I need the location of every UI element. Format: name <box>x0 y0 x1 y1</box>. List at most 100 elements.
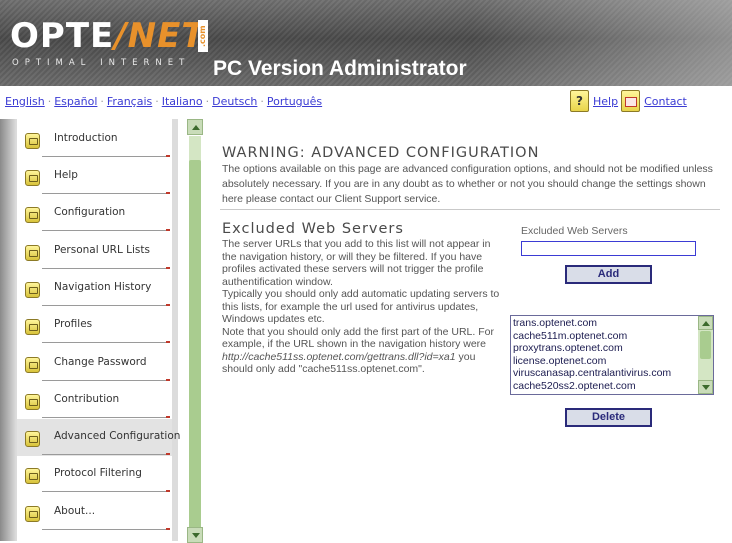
folder-icon <box>25 394 40 410</box>
help-contact-links: ? Help Contact <box>570 88 690 114</box>
list-scroll-down-button[interactable] <box>698 380 713 394</box>
sidebar-item-10[interactable]: About... <box>17 494 172 531</box>
sidebar-item-label: Introduction <box>54 132 118 144</box>
arrow-up-icon <box>192 125 200 130</box>
server-field-label: Excluded Web Servers <box>521 225 628 237</box>
server-list-item[interactable]: trans.optenet.com <box>513 317 697 330</box>
list-scrollbar[interactable] <box>698 316 713 394</box>
warning-text: The options available on this page are a… <box>222 163 713 205</box>
sidebar-item-label: Profiles <box>54 318 93 330</box>
example-url: http://cache511ss.optenet.com/gettrans.d… <box>222 350 456 363</box>
language-separator: · <box>155 95 159 108</box>
description-paragraph-1: The server URLs that you add to this lis… <box>222 238 491 288</box>
sidebar-item-divider <box>42 490 170 492</box>
logo-opte: OPTE <box>10 16 115 56</box>
app-title: PC Version Administrator <box>213 57 467 80</box>
server-list-item[interactable]: proxytrans.optenet.com <box>513 342 697 355</box>
sidebar-item-0[interactable]: Introduction <box>17 121 172 158</box>
sidebar-item-label: About... <box>54 505 96 517</box>
sidebar-item-divider <box>42 379 170 381</box>
folder-icon <box>25 319 40 335</box>
header-banner: OPTE/NET .com OPTIMAL INTERNET PC Versio… <box>0 0 732 86</box>
sidebar-item-2[interactable]: Configuration <box>17 195 172 232</box>
folder-icon <box>25 133 40 149</box>
language-separator: · <box>100 95 104 108</box>
language-link-1[interactable]: Español <box>54 95 97 108</box>
sidebar-item-6[interactable]: Change Password <box>17 345 172 382</box>
section-divider <box>220 209 720 210</box>
server-list-item[interactable]: cache511m.optenet.com <box>513 330 697 343</box>
page-scrollbar[interactable] <box>186 119 204 543</box>
list-scroll-thumb[interactable] <box>700 331 711 359</box>
language-link-5[interactable]: Português <box>267 95 322 108</box>
language-links: English · Español · Français · Italiano · Deutsc… <box>5 95 322 108</box>
folder-icon <box>25 357 40 373</box>
sidebar-item-label: Change Password <box>54 356 147 368</box>
scroll-track[interactable] <box>189 136 201 530</box>
sidebar-item-9[interactable]: Protocol Filtering <box>17 456 172 493</box>
description-paragraph-3: Note that you should only add the first … <box>222 326 502 376</box>
logo-slash-icon: / <box>114 16 128 56</box>
sidebar-item-divider <box>42 453 170 455</box>
logo-wordmark: OPTE/NET <box>10 16 206 56</box>
excluded-servers-description: The server URLs that you add to this lis… <box>222 238 502 376</box>
help-link[interactable]: Help <box>593 95 618 108</box>
sidebar-item-label: Configuration <box>54 206 126 218</box>
sidebar-item-7[interactable]: Contribution <box>17 382 172 419</box>
delete-button[interactable]: Delete <box>565 408 652 427</box>
sidebar-item-label: Advanced Configuration <box>54 430 181 442</box>
add-button[interactable]: Add <box>565 265 652 284</box>
logo-tagline: OPTIMAL INTERNET <box>12 58 191 68</box>
scroll-up-button[interactable] <box>187 119 203 135</box>
sidebar-item-4[interactable]: Navigation History <box>17 270 172 307</box>
logo-net: NET <box>127 16 206 56</box>
language-separator: · <box>205 95 210 108</box>
sidebar-item-divider <box>42 416 170 418</box>
folder-icon <box>25 468 40 484</box>
sidebar-item-label: Contribution <box>54 393 120 405</box>
folder-icon <box>25 506 40 522</box>
language-separator: · <box>260 95 264 108</box>
list-scroll-up-button[interactable] <box>698 316 713 330</box>
server-list-item[interactable]: viruscanasap.centralantivirus.com <box>513 367 697 380</box>
sidebar-item-divider <box>42 229 170 231</box>
server-list-item[interactable]: license.optenet.com <box>513 355 697 368</box>
sidebar-item-8[interactable]: Advanced Configuration <box>17 419 180 456</box>
arrow-down-icon <box>702 385 710 390</box>
language-link-0[interactable]: English <box>5 95 45 108</box>
folder-icon <box>25 282 40 298</box>
sidebar-item-label: Personal URL Lists <box>54 244 150 256</box>
sidebar-item-3[interactable]: Personal URL Lists <box>17 233 172 270</box>
sidebar-item-divider <box>42 155 170 157</box>
folder-icon <box>25 207 40 223</box>
language-link-4[interactable]: Deutsch <box>212 95 257 108</box>
arrow-up-icon <box>702 321 710 326</box>
language-separator: · <box>47 95 52 108</box>
help-icon[interactable]: ? <box>570 90 589 112</box>
folder-icon <box>25 245 40 261</box>
server-list-item[interactable]: cache520ss2.optenet.com <box>513 380 697 393</box>
logo-com: .com <box>198 20 208 52</box>
server-list-items: trans.optenet.com cache511m.optenet.com pr… <box>513 317 697 392</box>
sidebar-item-divider <box>42 528 170 530</box>
excluded-servers-title: Excluded Web Servers <box>222 221 404 237</box>
sidebar-item-divider <box>42 304 170 306</box>
sidebar-item-1[interactable]: Help <box>17 158 172 195</box>
server-input[interactable] <box>521 241 696 256</box>
sidebar-item-divider <box>42 267 170 269</box>
excluded-servers-list[interactable]: trans.optenet.com cache511m.optenet.com pr… <box>510 315 714 395</box>
sidebar-item-divider <box>42 341 170 343</box>
language-link-2[interactable]: Français <box>107 95 152 108</box>
warning-title: WARNING: ADVANCED CONFIGURATION <box>222 145 540 161</box>
contact-icon[interactable] <box>621 90 641 112</box>
note-start: Note that you should only add the first … <box>222 325 494 351</box>
main-content: WARNING: ADVANCED CONFIGURATION The opti… <box>205 119 732 541</box>
scroll-thumb[interactable] <box>189 160 201 530</box>
sidebar-item-label: Help <box>54 169 78 181</box>
sidebar-item-label: Navigation History <box>54 281 152 293</box>
contact-link[interactable]: Contact <box>644 95 687 108</box>
sidebar-item-5[interactable]: Profiles <box>17 307 172 344</box>
language-link-3[interactable]: Italiano <box>162 95 203 108</box>
header-fade <box>472 0 732 86</box>
sidebar-item-label: Protocol Filtering <box>54 467 142 479</box>
